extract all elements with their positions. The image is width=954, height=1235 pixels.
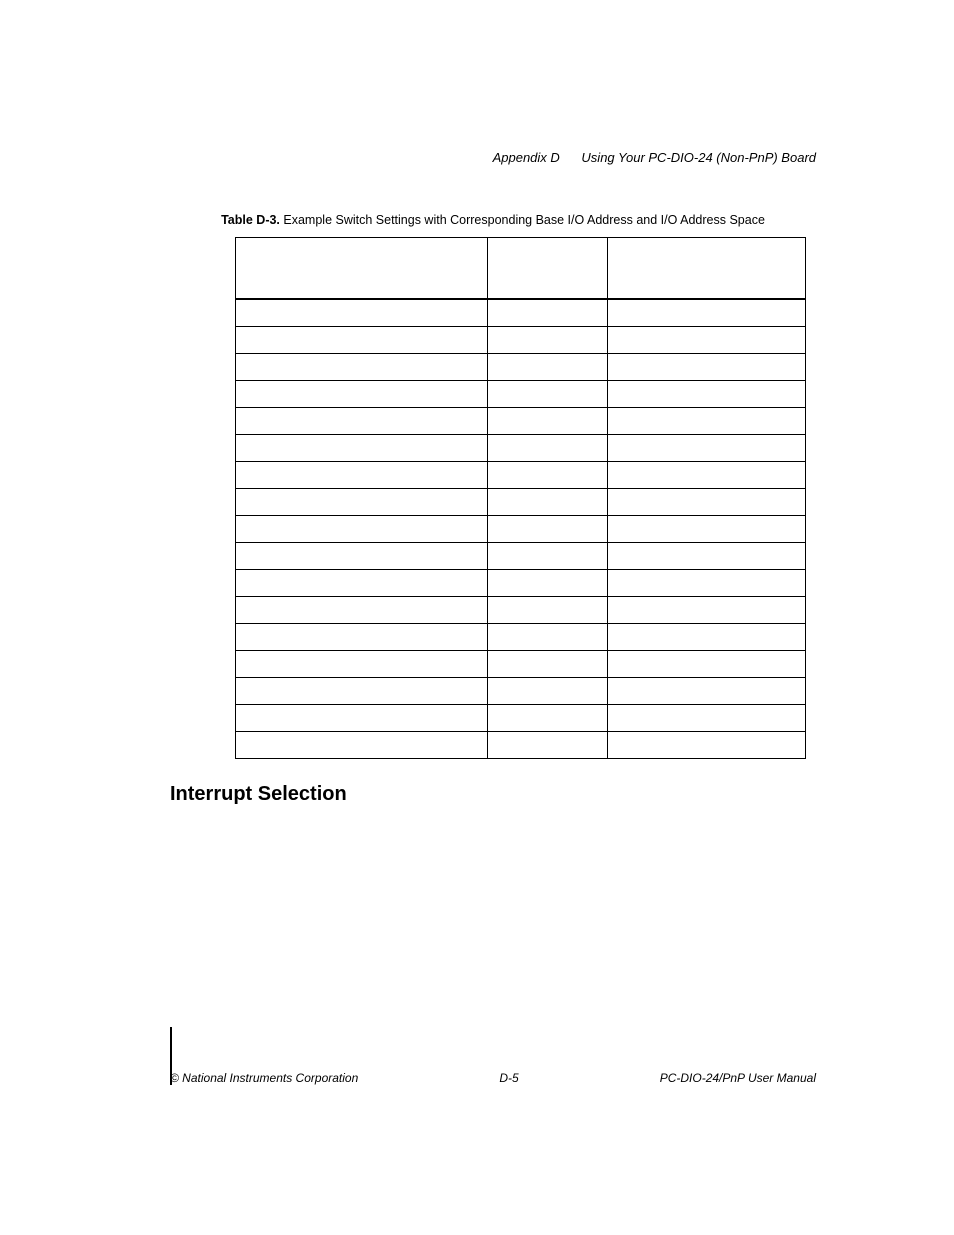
table-row — [236, 435, 806, 462]
table-row — [236, 299, 806, 327]
footer-right: PC-DIO-24/PnP User Manual — [660, 1071, 816, 1085]
table-cell — [236, 435, 488, 462]
table-caption: Table D-3. Example Switch Settings with … — [170, 213, 816, 227]
table-row — [236, 597, 806, 624]
table-cell — [488, 327, 608, 354]
table-caption-text: Example Switch Settings with Correspondi… — [283, 213, 765, 227]
table-header-cell — [608, 238, 806, 300]
table-cell — [488, 570, 608, 597]
page-header: Appendix D Using Your PC-DIO-24 (Non-PnP… — [170, 150, 816, 165]
table-cell — [236, 327, 488, 354]
table-cell — [488, 299, 608, 327]
table-cell — [488, 516, 608, 543]
table-cell — [236, 543, 488, 570]
table-row — [236, 624, 806, 651]
table-row — [236, 732, 806, 759]
table-cell — [608, 381, 806, 408]
table-cell — [608, 678, 806, 705]
table-cell — [236, 624, 488, 651]
page-footer: © National Instruments Corporation D-5 P… — [170, 1071, 816, 1085]
table-cell — [608, 543, 806, 570]
table-caption-label: Table D-3. — [221, 213, 280, 227]
table-cell — [608, 651, 806, 678]
table-cell — [488, 705, 608, 732]
table-cell — [608, 299, 806, 327]
table-cell — [236, 489, 488, 516]
table-header-row — [236, 238, 806, 300]
table-cell — [488, 381, 608, 408]
table-row — [236, 570, 806, 597]
footer-center: D-5 — [499, 1071, 518, 1085]
table-row — [236, 327, 806, 354]
table-cell — [608, 705, 806, 732]
table-row — [236, 651, 806, 678]
table-cell — [236, 516, 488, 543]
footer-left: © National Instruments Corporation — [170, 1071, 358, 1085]
table-cell — [236, 732, 488, 759]
table-cell — [488, 435, 608, 462]
table-cell — [236, 651, 488, 678]
table-cell — [488, 462, 608, 489]
table-cell — [488, 543, 608, 570]
table-cell — [236, 381, 488, 408]
table-cell — [488, 489, 608, 516]
header-title: Using Your PC-DIO-24 (Non-PnP) Board — [581, 150, 816, 165]
table-cell — [608, 435, 806, 462]
table-cell — [488, 651, 608, 678]
table-cell — [488, 624, 608, 651]
table-row — [236, 381, 806, 408]
table-cell — [236, 678, 488, 705]
table-cell — [236, 570, 488, 597]
table-cell — [608, 732, 806, 759]
table-cell — [608, 354, 806, 381]
table-cell — [608, 570, 806, 597]
table-cell — [236, 354, 488, 381]
table-cell — [488, 354, 608, 381]
table-cell — [236, 597, 488, 624]
table-row — [236, 354, 806, 381]
table-cell — [608, 489, 806, 516]
table-cell — [236, 462, 488, 489]
table-cell — [488, 597, 608, 624]
section-heading: Interrupt Selection — [170, 783, 816, 806]
table-cell — [608, 462, 806, 489]
table-row — [236, 516, 806, 543]
table-cell — [608, 516, 806, 543]
table-cell — [608, 624, 806, 651]
table-header-cell — [236, 238, 488, 300]
table-cell — [488, 408, 608, 435]
table-header-cell — [488, 238, 608, 300]
table-row — [236, 462, 806, 489]
table-cell — [608, 327, 806, 354]
header-appendix: Appendix D — [493, 150, 560, 165]
table-row — [236, 543, 806, 570]
table-cell — [236, 299, 488, 327]
settings-table — [235, 237, 806, 759]
table-row — [236, 489, 806, 516]
table-row — [236, 408, 806, 435]
table-row — [236, 678, 806, 705]
table-cell — [488, 678, 608, 705]
table-cell — [608, 597, 806, 624]
table-cell — [236, 408, 488, 435]
table-cell — [488, 732, 608, 759]
table-row — [236, 705, 806, 732]
table-cell — [236, 705, 488, 732]
table-cell — [608, 408, 806, 435]
